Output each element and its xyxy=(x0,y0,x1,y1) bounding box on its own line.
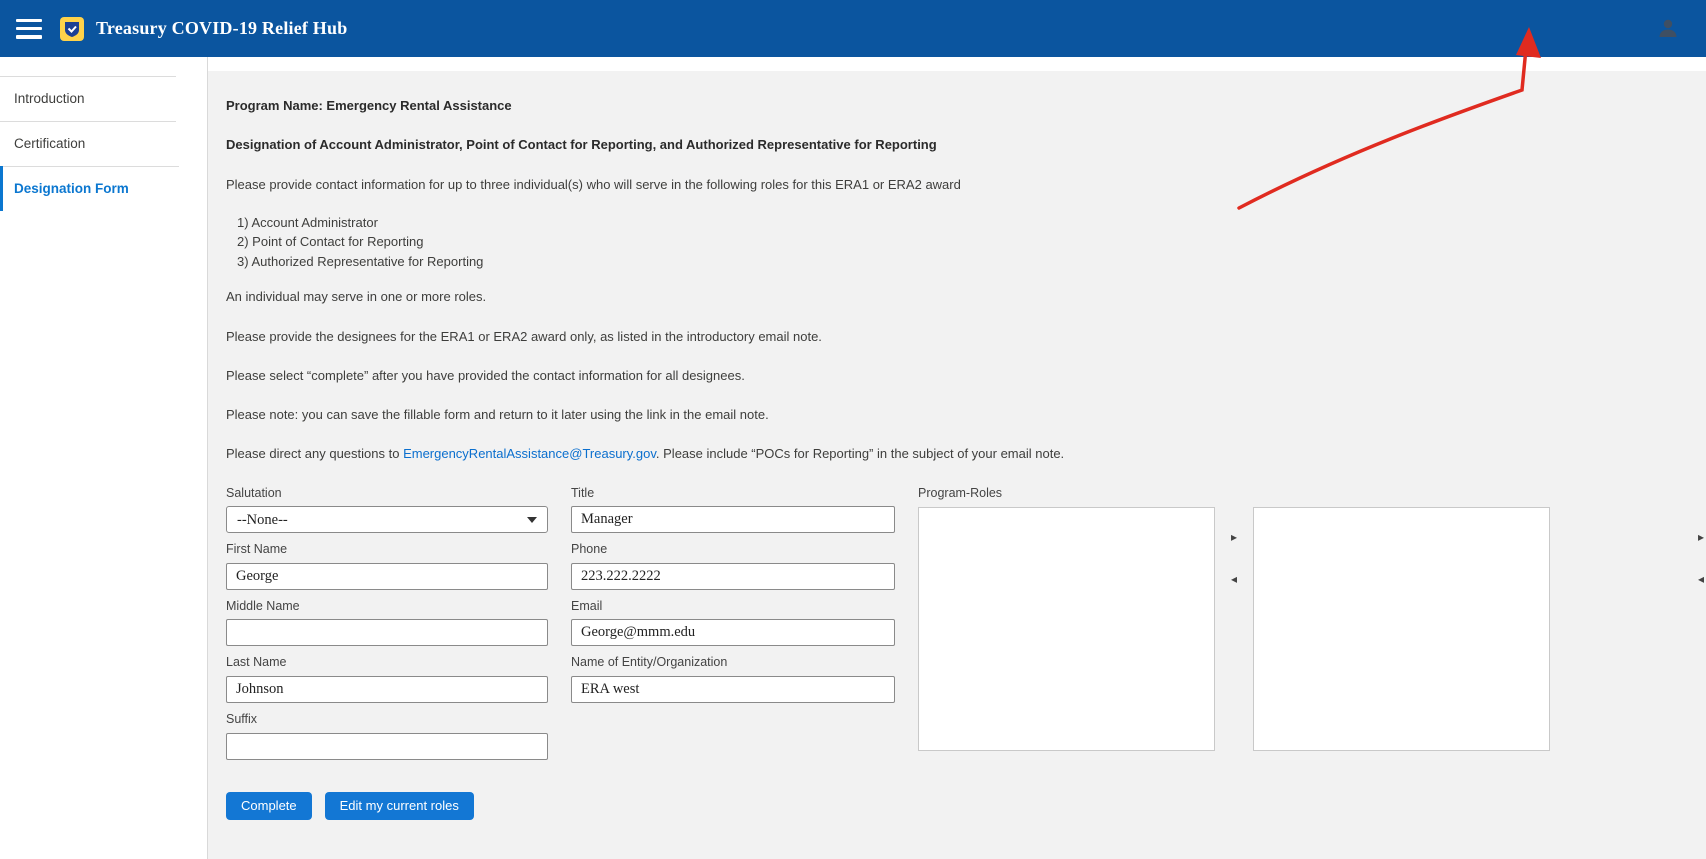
suffix-label: Suffix xyxy=(226,712,548,728)
suffix-field[interactable] xyxy=(226,733,548,760)
move-left-icon[interactable]: ◂ xyxy=(1698,573,1706,585)
designation-form-panel: Program Name: Emergency Rental Assistanc… xyxy=(208,71,1706,859)
salutation-label: Salutation xyxy=(226,486,548,502)
form-actions: Complete Edit my current roles xyxy=(226,792,1706,820)
email-link[interactable]: EmergencyRentalAssistance@Treasury.gov xyxy=(403,446,656,461)
questions-text-before: Please direct any questions to xyxy=(226,446,403,461)
instruction-paragraph-complete: Please select “complete” after you have … xyxy=(226,368,1706,384)
roles-list-item: 2) Point of Contact for Reporting xyxy=(237,232,1706,252)
chevron-down-icon xyxy=(527,517,537,523)
contact-form: Salutation --None-- First Name Middle Na… xyxy=(226,486,1706,769)
program-name-heading: Program Name: Emergency Rental Assistanc… xyxy=(226,98,1706,114)
salutation-selected-value: --None-- xyxy=(237,511,288,529)
roles-list: 1) Account Administrator 2) Point of Con… xyxy=(237,213,1706,272)
sidebar-item-introduction[interactable]: Introduction xyxy=(0,76,207,121)
last-name-label: Last Name xyxy=(226,655,548,671)
program-roles-mover: ▸ ◂ xyxy=(1215,507,1253,585)
sidebar: Introduction Certification Designation F… xyxy=(0,57,208,859)
main-content: Program Name: Emergency Rental Assistanc… xyxy=(208,57,1706,859)
title-field[interactable] xyxy=(571,506,895,533)
questions-paragraph: Please direct any questions to Emergency… xyxy=(226,446,1706,462)
email-field[interactable] xyxy=(571,619,895,646)
app-header: Treasury COVID-19 Relief Hub xyxy=(0,0,1706,57)
phone-label: Phone xyxy=(571,542,895,558)
instruction-paragraph-roles: An individual may serve in one or more r… xyxy=(226,289,1706,305)
sidebar-item-certification[interactable]: Certification xyxy=(0,121,207,166)
secondary-mover-clipped: ▸ ◂ xyxy=(1698,507,1706,585)
user-profile-icon[interactable] xyxy=(1656,16,1680,40)
title-label: Title xyxy=(571,486,895,502)
treasury-logo-icon xyxy=(60,17,84,41)
move-right-icon[interactable]: ▸ xyxy=(1231,531,1237,543)
sidebar-item-designation-form[interactable]: Designation Form xyxy=(0,166,207,211)
first-name-label: First Name xyxy=(226,542,548,558)
last-name-field[interactable] xyxy=(226,676,548,703)
roles-list-item: 3) Authorized Representative for Reporti… xyxy=(237,252,1706,272)
complete-button[interactable]: Complete xyxy=(226,792,312,820)
move-left-icon[interactable]: ◂ xyxy=(1231,573,1237,585)
salutation-select[interactable]: --None-- xyxy=(226,506,548,533)
entity-label: Name of Entity/Organization xyxy=(571,655,895,671)
entity-field[interactable] xyxy=(571,676,895,703)
designation-heading: Designation of Account Administrator, Po… xyxy=(226,137,1706,153)
menu-icon[interactable] xyxy=(16,19,42,39)
middle-name-field[interactable] xyxy=(226,619,548,646)
program-roles-label: Program-Roles xyxy=(918,486,1706,502)
middle-name-label: Middle Name xyxy=(226,599,548,615)
intro-paragraph: Please provide contact information for u… xyxy=(226,177,1706,193)
instruction-paragraph-save: Please note: you can save the fillable f… xyxy=(226,407,1706,423)
edit-roles-button[interactable]: Edit my current roles xyxy=(325,792,474,820)
roles-list-item: 1) Account Administrator xyxy=(237,213,1706,233)
instruction-paragraph-designees: Please provide the designees for the ERA… xyxy=(226,329,1706,345)
phone-field[interactable] xyxy=(571,563,895,590)
email-label: Email xyxy=(571,599,895,615)
program-roles-available-listbox[interactable] xyxy=(918,507,1215,751)
app-title: Treasury COVID-19 Relief Hub xyxy=(96,18,347,39)
first-name-field[interactable] xyxy=(226,563,548,590)
program-roles-selected-listbox[interactable] xyxy=(1253,507,1550,751)
program-roles-duallist: ▸ ◂ ▸ ◂ xyxy=(918,507,1706,769)
questions-text-after: . Please include “POCs for Reporting” in… xyxy=(656,446,1064,461)
move-right-icon[interactable]: ▸ xyxy=(1698,531,1706,543)
